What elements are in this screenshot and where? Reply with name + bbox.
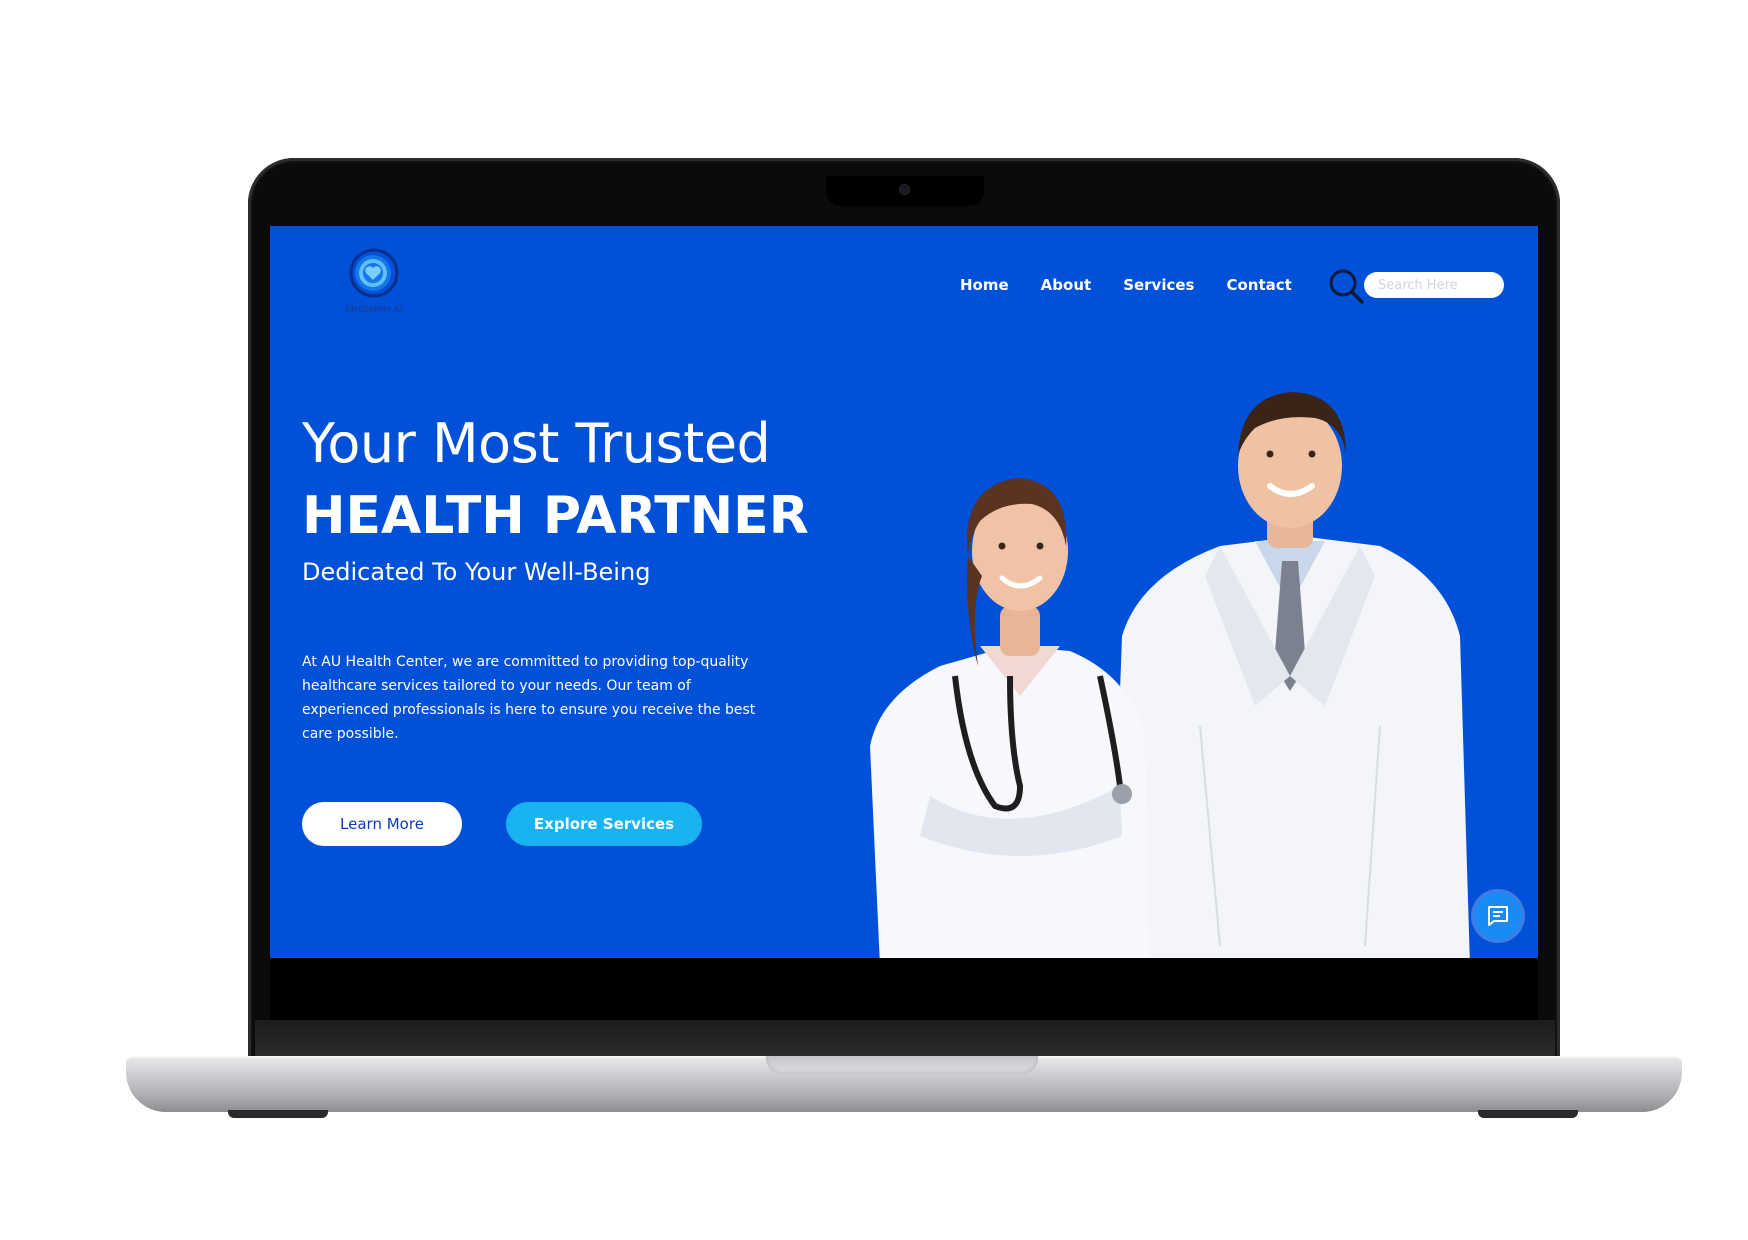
website-screen: MedSphere Ai Home About Services Contact… (270, 226, 1538, 958)
laptop-mockup: MedSphere Ai Home About Services Contact… (0, 0, 1748, 1240)
heart-circle-icon (349, 248, 399, 298)
laptop-foot-left (228, 1110, 328, 1118)
learn-more-button[interactable]: Learn More (302, 802, 462, 846)
explore-services-button[interactable]: Explore Services (506, 802, 702, 846)
trackpad-notch (766, 1056, 1038, 1074)
laptop-foot-right (1478, 1110, 1578, 1118)
hero-title-line2: HEALTH PARTNER (302, 486, 809, 546)
main-nav: Home About Services Contact (960, 276, 1292, 294)
hero-title-line1: Your Most Trusted (302, 412, 771, 475)
nav-about[interactable]: About (1041, 276, 1092, 294)
doctors-image (870, 392, 1470, 958)
camera-icon (899, 184, 910, 195)
chat-button[interactable] (1474, 892, 1522, 940)
male-doctor (1110, 392, 1470, 958)
search-input[interactable] (1364, 272, 1504, 298)
nav-contact[interactable]: Contact (1226, 276, 1291, 294)
female-doctor (870, 478, 1150, 958)
nav-services[interactable]: Services (1123, 276, 1194, 294)
brand-name: MedSphere Ai (344, 304, 404, 315)
hero-description: At AU Health Center, we are committed to… (302, 654, 756, 742)
search-icon[interactable] (1326, 266, 1366, 306)
hero-subtitle: Dedicated To Your Well-Being (302, 558, 651, 586)
brand-logo[interactable]: MedSphere Ai (326, 248, 422, 318)
chat-icon (1488, 906, 1508, 926)
nav-home[interactable]: Home (960, 276, 1009, 294)
screen-bottom-bezel (270, 958, 1538, 1020)
